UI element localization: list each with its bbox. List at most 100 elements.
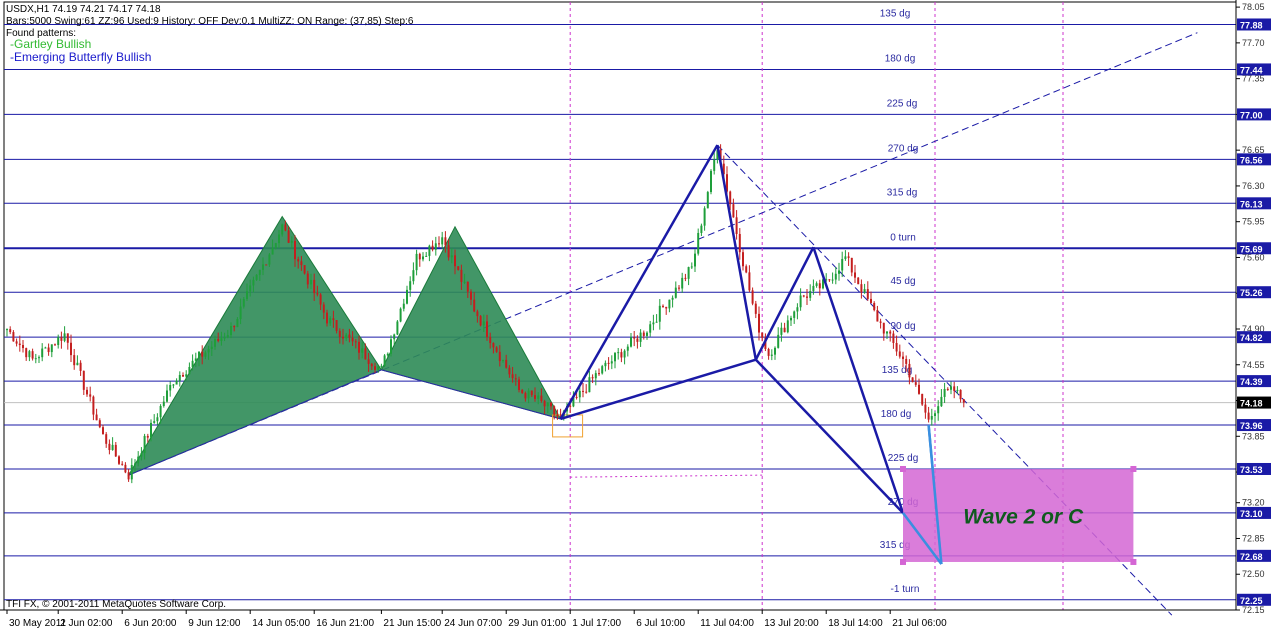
- candle-body: [591, 377, 594, 379]
- candle-body: [207, 348, 210, 353]
- candle-body: [70, 342, 72, 356]
- candle-body: [92, 396, 95, 415]
- candle-body: [953, 386, 956, 391]
- candle-body: [361, 348, 364, 353]
- candle-body: [370, 363, 373, 367]
- candle-body: [204, 352, 207, 357]
- candle-body: [911, 377, 914, 383]
- time-tick-label: 1 Jul 17:00: [572, 618, 621, 629]
- candle-body: [310, 279, 312, 285]
- candle-body: [537, 395, 540, 399]
- candle-body: [393, 334, 396, 340]
- candle-body: [956, 389, 959, 391]
- price-chart[interactable]: 135 dg 180 dg 225 dg 270 dg 315 dg 0 turn 45 d…: [0, 0, 1274, 630]
- candle-body: [854, 272, 856, 278]
- price-tick-label: 72.15: [1242, 605, 1265, 615]
- candle-body: [444, 237, 447, 246]
- time-tick-label: 2 Jun 02:00: [60, 618, 113, 629]
- candle-body: [466, 281, 469, 292]
- chart-area[interactable]: 135 dg 180 dg 225 dg 270 dg 315 dg 0 turn 45 d…: [0, 0, 1274, 630]
- candle-body: [319, 294, 322, 305]
- candle-body: [735, 217, 738, 234]
- candle-body: [498, 351, 501, 362]
- candle-body: [767, 348, 770, 356]
- candle-body: [316, 293, 319, 295]
- candle-body: [281, 224, 284, 235]
- candle-body: [927, 412, 930, 420]
- candle-body: [697, 232, 700, 254]
- candle-body: [172, 384, 175, 386]
- candle-body: [463, 281, 466, 283]
- candle-body: [188, 366, 191, 375]
- candle-body: [278, 234, 280, 244]
- candle-body: [684, 277, 687, 279]
- candle-body: [950, 386, 952, 390]
- candle-body: [524, 392, 527, 399]
- candle-body: [422, 256, 424, 260]
- level-label: 225 dg: [887, 98, 918, 109]
- price-tick-label: 73.85: [1242, 431, 1265, 441]
- candle-body: [338, 330, 341, 337]
- candle-body: [850, 257, 853, 273]
- candle-body: [585, 391, 588, 393]
- level-price-tag-text: 77.88: [1240, 20, 1263, 30]
- time-tick-label: 6 Jul 10:00: [636, 618, 685, 629]
- price-tick-label: 75.95: [1242, 217, 1265, 227]
- candle-body: [118, 456, 120, 464]
- candle-body: [169, 384, 172, 391]
- candle-body: [54, 344, 56, 346]
- time-tick-label: 9 Jun 12:00: [188, 618, 241, 629]
- candle-body: [450, 255, 453, 258]
- candle-body: [678, 287, 680, 289]
- candle-body: [790, 317, 792, 321]
- candle-body: [511, 374, 514, 379]
- candle-body: [194, 358, 197, 361]
- candle-body: [105, 434, 108, 444]
- candle-body: [818, 283, 821, 289]
- candle-body: [658, 305, 661, 322]
- candle-body: [924, 404, 927, 413]
- candle-body: [940, 396, 943, 407]
- candle-body: [300, 261, 303, 266]
- candle-body: [86, 389, 88, 395]
- candle-body: [636, 338, 639, 342]
- time-tick-label: 16 Jun 21:00: [316, 618, 374, 629]
- candle-body: [703, 208, 706, 226]
- candle-body: [812, 285, 815, 292]
- candle-body: [473, 299, 476, 312]
- candle-body: [479, 316, 482, 326]
- candle-body: [604, 362, 607, 367]
- zone-handle: [1130, 465, 1137, 472]
- candle-body: [306, 273, 309, 285]
- candle-body: [802, 295, 805, 297]
- level-price-tag-text: 73.10: [1240, 509, 1263, 519]
- candle-body: [201, 351, 204, 357]
- candle-body: [569, 405, 572, 407]
- candle-body: [652, 322, 655, 325]
- candle-body: [47, 347, 50, 353]
- candle-body: [367, 359, 370, 364]
- candle-body: [98, 420, 101, 428]
- candle-body: [521, 389, 524, 393]
- level-price-tag-text: 75.26: [1240, 288, 1263, 298]
- candle-body: [914, 382, 917, 385]
- candle-body: [876, 310, 879, 322]
- candle-body: [130, 464, 133, 480]
- candle-body: [838, 270, 840, 274]
- candle-body: [530, 390, 533, 396]
- time-tick-label: 18 Jul 14:00: [828, 618, 883, 629]
- candle-body: [6, 329, 8, 331]
- candle-body: [175, 380, 178, 385]
- candle-body: [687, 267, 690, 279]
- candle-body: [348, 334, 351, 338]
- candle-body: [505, 359, 508, 368]
- price-tick-label: 76.30: [1242, 181, 1265, 191]
- candle-body: [879, 321, 882, 323]
- candle-body: [665, 306, 668, 309]
- candle-body: [655, 321, 658, 323]
- candle-body: [834, 273, 837, 280]
- time-tick-label: 21 Jul 06:00: [892, 618, 947, 629]
- candle-body: [809, 291, 812, 298]
- candle-body: [671, 297, 674, 300]
- candle-body: [249, 285, 252, 292]
